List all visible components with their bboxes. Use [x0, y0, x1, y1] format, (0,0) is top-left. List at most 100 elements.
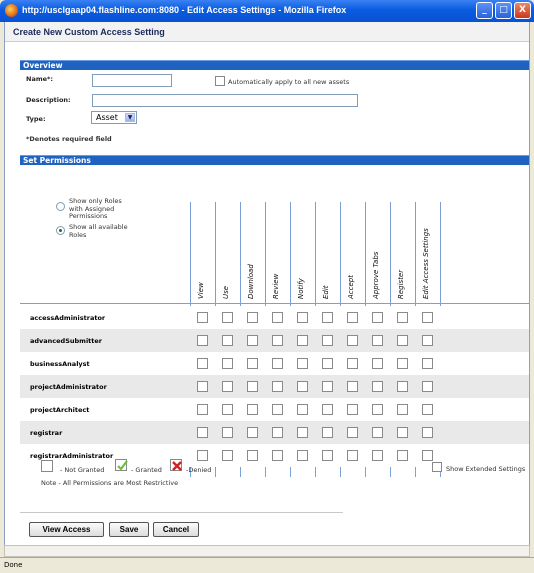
required-note: *Denotes required field	[26, 135, 112, 143]
horizontal-scrollbar[interactable]	[4, 545, 530, 557]
permission-checkbox[interactable]	[197, 358, 208, 369]
permission-checkbox[interactable]	[197, 450, 208, 461]
permission-checkbox[interactable]	[422, 450, 433, 461]
permission-checkbox[interactable]	[222, 381, 233, 392]
permission-checkbox[interactable]	[272, 450, 283, 461]
type-select[interactable]: Asset ▼	[91, 111, 137, 124]
save-button[interactable]: Save	[109, 522, 149, 537]
type-label: Type:	[26, 115, 46, 123]
permission-checkbox[interactable]	[397, 335, 408, 346]
permission-column-header: Edit	[322, 285, 330, 299]
radio-assigned-roles[interactable]	[56, 202, 65, 211]
permission-checkbox[interactable]	[347, 381, 358, 392]
permission-checkbox[interactable]	[272, 381, 283, 392]
permission-checkbox[interactable]	[272, 427, 283, 438]
permission-checkbox[interactable]	[372, 427, 383, 438]
permission-checkbox[interactable]	[247, 312, 258, 323]
permission-checkbox[interactable]	[422, 381, 433, 392]
permission-checkbox[interactable]	[247, 404, 258, 415]
radio-all-roles[interactable]	[56, 226, 65, 235]
permission-checkbox[interactable]	[297, 335, 308, 346]
permission-checkbox[interactable]	[297, 358, 308, 369]
permission-checkbox[interactable]	[372, 450, 383, 461]
permission-checkbox[interactable]	[372, 335, 383, 346]
view-access-button[interactable]: View Access	[29, 522, 104, 537]
permission-checkbox[interactable]	[422, 335, 433, 346]
window-title: http://usclgaap04.flashline.com:8080 - E…	[22, 5, 347, 15]
role-name: advancedSubmitter	[30, 337, 102, 345]
permission-checkbox[interactable]	[272, 404, 283, 415]
permission-checkbox[interactable]	[422, 312, 433, 323]
permission-checkbox[interactable]	[347, 358, 358, 369]
permission-column-header: Use	[222, 285, 230, 299]
permission-checkbox[interactable]	[372, 404, 383, 415]
permission-checkbox[interactable]	[372, 381, 383, 392]
permission-checkbox[interactable]	[247, 335, 258, 346]
permission-checkbox[interactable]	[197, 312, 208, 323]
auto-apply-label: Automatically apply to all new assets	[228, 78, 350, 86]
permission-checkbox[interactable]	[272, 312, 283, 323]
permission-checkbox[interactable]	[297, 404, 308, 415]
granted-check-icon	[115, 459, 128, 471]
permission-checkbox[interactable]	[322, 404, 333, 415]
permission-checkbox[interactable]	[322, 358, 333, 369]
permission-column-header: Register	[397, 269, 405, 299]
permission-checkbox[interactable]	[272, 335, 283, 346]
permission-checkbox[interactable]	[422, 427, 433, 438]
browser-content: Create New Custom Access Setting Overvie…	[4, 22, 530, 555]
permission-checkbox[interactable]	[397, 427, 408, 438]
permission-checkbox[interactable]	[247, 450, 258, 461]
permission-checkbox[interactable]	[347, 335, 358, 346]
maximize-icon[interactable]: □	[495, 2, 512, 19]
permission-checkbox[interactable]	[197, 404, 208, 415]
permission-checkbox[interactable]	[197, 335, 208, 346]
permission-checkbox[interactable]	[297, 427, 308, 438]
permission-checkbox[interactable]	[347, 404, 358, 415]
permission-checkbox[interactable]	[422, 404, 433, 415]
permission-checkbox[interactable]	[272, 358, 283, 369]
permission-checkbox[interactable]	[222, 404, 233, 415]
permission-checkbox[interactable]	[247, 358, 258, 369]
permission-checkbox[interactable]	[347, 450, 358, 461]
permission-checkbox[interactable]	[322, 381, 333, 392]
description-field[interactable]	[92, 94, 358, 107]
permission-checkbox[interactable]	[297, 381, 308, 392]
extended-settings-checkbox[interactable]	[432, 462, 442, 472]
permission-checkbox[interactable]	[422, 358, 433, 369]
firefox-icon	[5, 4, 18, 17]
permission-checkbox[interactable]	[322, 335, 333, 346]
permission-checkbox[interactable]	[372, 358, 383, 369]
permission-column-header: Download	[247, 264, 255, 299]
permission-checkbox[interactable]	[222, 358, 233, 369]
permission-checkbox[interactable]	[247, 427, 258, 438]
permission-checkbox[interactable]	[222, 335, 233, 346]
permission-checkbox[interactable]	[197, 381, 208, 392]
close-icon[interactable]: X	[514, 2, 531, 19]
permission-checkbox[interactable]	[397, 404, 408, 415]
permission-checkbox[interactable]	[347, 312, 358, 323]
permission-checkbox[interactable]	[322, 427, 333, 438]
cancel-button[interactable]: Cancel	[153, 522, 199, 537]
permission-checkbox[interactable]	[222, 312, 233, 323]
permission-checkbox[interactable]	[397, 312, 408, 323]
permission-checkbox[interactable]	[222, 427, 233, 438]
permission-checkbox[interactable]	[372, 312, 383, 323]
minimize-icon[interactable]: _	[476, 2, 493, 19]
denied-x-icon	[170, 459, 182, 471]
name-field[interactable]	[92, 74, 172, 87]
permission-checkbox[interactable]	[197, 427, 208, 438]
permission-checkbox[interactable]	[397, 450, 408, 461]
description-label: Description:	[26, 96, 71, 104]
auto-apply-checkbox[interactable]	[215, 76, 225, 86]
permission-checkbox[interactable]	[297, 312, 308, 323]
permission-checkbox[interactable]	[322, 450, 333, 461]
permission-checkbox[interactable]	[222, 450, 233, 461]
permission-checkbox[interactable]	[297, 450, 308, 461]
role-name: projectAdministrator	[30, 383, 107, 391]
permission-checkbox[interactable]	[247, 381, 258, 392]
permission-checkbox[interactable]	[397, 358, 408, 369]
permission-checkbox[interactable]	[397, 381, 408, 392]
legend-denied: -Denied	[186, 466, 212, 474]
permission-checkbox[interactable]	[322, 312, 333, 323]
permission-checkbox[interactable]	[347, 427, 358, 438]
